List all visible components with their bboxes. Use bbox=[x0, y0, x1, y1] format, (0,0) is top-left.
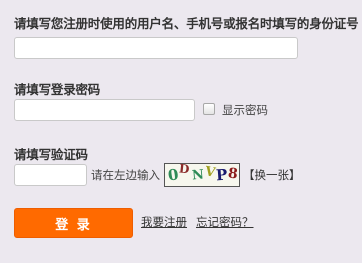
captcha-char: P bbox=[215, 165, 228, 185]
captcha-char: N bbox=[191, 167, 205, 184]
captcha-char: D bbox=[178, 161, 191, 177]
captcha-image[interactable]: 0 D N V P 8 bbox=[164, 161, 240, 187]
password-input[interactable] bbox=[14, 99, 195, 121]
password-label: 请填写登录密码 bbox=[14, 82, 101, 97]
account-input[interactable] bbox=[14, 37, 298, 59]
captcha-hint: 请在左边输入 bbox=[91, 168, 160, 182]
captcha-input[interactable] bbox=[14, 164, 87, 186]
login-button[interactable]: 登 录 bbox=[14, 208, 133, 238]
captcha-char: 8 bbox=[227, 165, 239, 183]
account-label: 请填写您注册时使用的用户名、手机号或报名时填写的身份证号 bbox=[14, 16, 359, 31]
show-password-label[interactable]: 显示密码 bbox=[222, 102, 268, 118]
forgot-password-link[interactable]: 忘记密码？ bbox=[196, 214, 254, 230]
refresh-captcha-link[interactable]: 【换一张】 bbox=[243, 167, 301, 183]
register-link[interactable]: 我要注册 bbox=[141, 214, 187, 230]
show-password-checkbox[interactable] bbox=[203, 103, 215, 115]
captcha-label: 请填写验证码 bbox=[14, 147, 88, 162]
